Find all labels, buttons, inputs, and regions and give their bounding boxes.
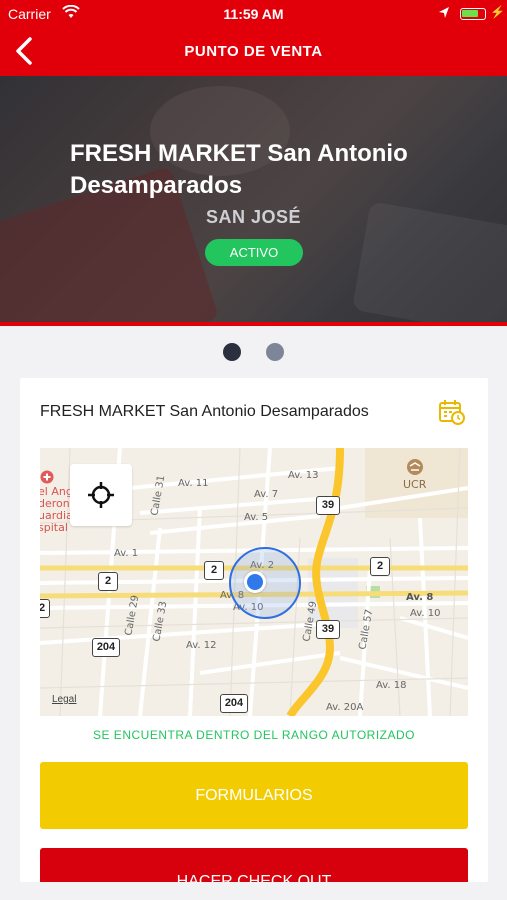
route-shield: 2 bbox=[40, 599, 50, 618]
locate-me-button[interactable] bbox=[70, 464, 132, 526]
check-out-button[interactable]: HACER CHECK OUT bbox=[40, 848, 468, 882]
street-label: Av. 18 bbox=[376, 680, 407, 691]
store-map[interactable]: Av. 11 Av. 13 Av. 7 Av. 5 Av. 1 Av. 2 Av… bbox=[40, 448, 468, 716]
calendar-clock-icon[interactable] bbox=[438, 398, 466, 426]
forms-button[interactable]: FORMULARIOS bbox=[40, 762, 468, 829]
battery-icon bbox=[460, 8, 486, 20]
street-label: Av. 1 bbox=[114, 548, 139, 559]
street-label: Av. 8 bbox=[406, 592, 434, 603]
street-label: Av. 12 bbox=[186, 640, 217, 651]
range-status-text: SE ENCUENTRA DENTRO DEL RANGO AUTORIZADO bbox=[92, 728, 416, 742]
page-indicator bbox=[0, 343, 507, 361]
store-card-title: FRESH MARKET San Antonio Desamparados bbox=[40, 403, 369, 420]
route-shield: 2 bbox=[204, 561, 224, 580]
route-shield: 204 bbox=[220, 694, 248, 713]
route-shield: 2 bbox=[98, 572, 118, 591]
nav-bar: PUNTO DE VENTA bbox=[0, 28, 507, 76]
route-shield: 39 bbox=[316, 620, 340, 639]
street-label: Av. 5 bbox=[244, 512, 269, 523]
location-arrow-icon bbox=[439, 7, 449, 18]
page-title: PUNTO DE VENTA bbox=[184, 43, 323, 60]
status-badge: ACTIVO bbox=[205, 239, 303, 266]
route-shield: 204 bbox=[92, 638, 120, 657]
university-icon bbox=[407, 459, 423, 475]
street-label: Av. 11 bbox=[178, 478, 209, 489]
street-label: Av. 10 bbox=[410, 608, 441, 619]
map-legal-link[interactable]: Legal bbox=[52, 694, 76, 705]
poi-ucr-label: UCR bbox=[403, 478, 427, 491]
hospital-icon bbox=[40, 470, 54, 484]
route-shield: 39 bbox=[316, 496, 340, 515]
hero-divider bbox=[0, 322, 507, 326]
crosshair-icon bbox=[88, 482, 114, 508]
route-shield: 2 bbox=[370, 557, 390, 576]
status-bar: Carrier 11:59 AM ⚡ bbox=[0, 0, 507, 28]
street-label: Av. 13 bbox=[288, 470, 319, 481]
poi-hospital-label: el Ang deron uardia spital bbox=[40, 485, 73, 534]
store-hero: FRESH MARKET San Antonio Desamparados SA… bbox=[0, 76, 507, 326]
street-label: Av. 7 bbox=[254, 489, 279, 500]
store-region: SAN JOSÉ bbox=[205, 207, 302, 227]
store-name-heading: FRESH MARKET San Antonio Desamparados bbox=[70, 140, 408, 199]
page-dot-1[interactable] bbox=[223, 343, 241, 361]
charging-icon: ⚡ bbox=[490, 5, 505, 19]
user-location-marker bbox=[244, 571, 266, 593]
clock: 11:59 AM bbox=[223, 6, 284, 22]
page-dot-2[interactable] bbox=[266, 343, 284, 361]
store-card: FRESH MARKET San Antonio Desamparados Av… bbox=[20, 378, 488, 882]
street-label: Av. 20A bbox=[326, 702, 364, 713]
